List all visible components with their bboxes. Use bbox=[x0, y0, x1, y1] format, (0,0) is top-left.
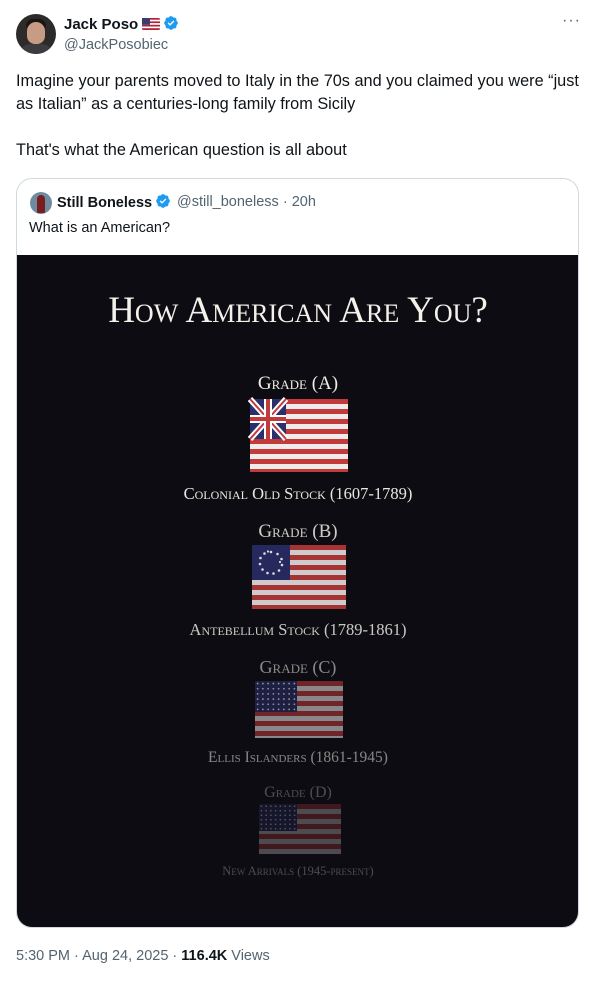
post-date[interactable]: Aug 24, 2025 bbox=[82, 948, 168, 964]
grade-c-caption: Ellis Islanders (1861-1945) bbox=[208, 749, 388, 766]
verified-badge-icon bbox=[156, 194, 170, 208]
more-options-icon[interactable]: ··· bbox=[562, 12, 581, 30]
grade-b-label: Grade (B) bbox=[258, 521, 337, 542]
us-flag-emoji-icon bbox=[142, 18, 161, 30]
meta-separator: · bbox=[172, 948, 178, 964]
author-name[interactable]: Jack Poso bbox=[64, 15, 179, 33]
quoted-handle[interactable]: @still_boneless bbox=[177, 194, 279, 210]
grade-d-label: Grade (D) bbox=[264, 784, 332, 801]
grade-a-label: Grade (A) bbox=[258, 373, 338, 394]
author-display-name[interactable]: Jack Poso bbox=[64, 16, 138, 33]
quoted-display-name[interactable]: Still Boneless bbox=[57, 195, 152, 211]
infographic-title: How American Are You? bbox=[108, 290, 488, 331]
views-count: 116.4K bbox=[181, 948, 228, 964]
quoted-tweet-card[interactable]: Still Boneless @still_boneless · 20h Wha… bbox=[16, 178, 579, 928]
infographic: How American Are You? Grade (A) Colonial… bbox=[108, 290, 488, 878]
tweet-paragraph-2: That's what the American question is all… bbox=[16, 141, 347, 159]
grade-c-label: Grade (C) bbox=[260, 657, 337, 678]
quoted-author-name[interactable]: Still Boneless bbox=[57, 193, 171, 211]
grade-a-caption: Colonial Old Stock (1607-1789) bbox=[184, 484, 413, 503]
grade-d: Grade (D) New Arrivals (1945-present) bbox=[222, 784, 373, 878]
grade-c: Grade (C) Ellis Islanders (1861-1945) bbox=[208, 657, 388, 766]
quoted-timestamp[interactable]: 20h bbox=[292, 194, 316, 210]
author-handle[interactable]: @JackPosobiec bbox=[64, 37, 168, 53]
grade-d-caption: New Arrivals (1945-present) bbox=[222, 864, 373, 878]
meta-separator: · bbox=[74, 948, 79, 964]
grand-union-flag-icon bbox=[247, 396, 348, 472]
verified-badge-icon bbox=[164, 16, 179, 30]
views-label: Views bbox=[231, 948, 270, 964]
quoted-media-image[interactable]: How American Are You? Grade (A) Colonial… bbox=[17, 255, 578, 927]
quoted-separator: · bbox=[282, 194, 288, 210]
tweet-paragraph-1: Imagine your parents moved to Italy in t… bbox=[16, 72, 579, 113]
quoted-handle-time[interactable]: @still_boneless · 20h bbox=[177, 194, 316, 210]
grade-b: Grade (B) Antebellum Stock (1789-1861) bbox=[190, 521, 407, 639]
quoted-text: What is an American? bbox=[29, 220, 171, 236]
betsy-ross-flag-icon bbox=[252, 545, 346, 609]
grade-b-caption: Antebellum Stock (1789-1861) bbox=[190, 620, 407, 639]
author-avatar[interactable] bbox=[16, 14, 56, 54]
post-time[interactable]: 5:30 PM bbox=[16, 948, 70, 964]
tweet-meta: 5:30 PM · Aug 24, 2025 · 116.4K Views bbox=[16, 948, 270, 964]
quoted-author-avatar[interactable] bbox=[30, 192, 52, 214]
modern-us-flag-icon bbox=[259, 804, 341, 854]
stars-and-stripes-flag-icon bbox=[255, 681, 343, 738]
tweet-text: Imagine your parents moved to Italy in t… bbox=[16, 70, 586, 162]
grade-a: Grade (A) Colonial Old Stock (1607-1789) bbox=[184, 373, 413, 503]
